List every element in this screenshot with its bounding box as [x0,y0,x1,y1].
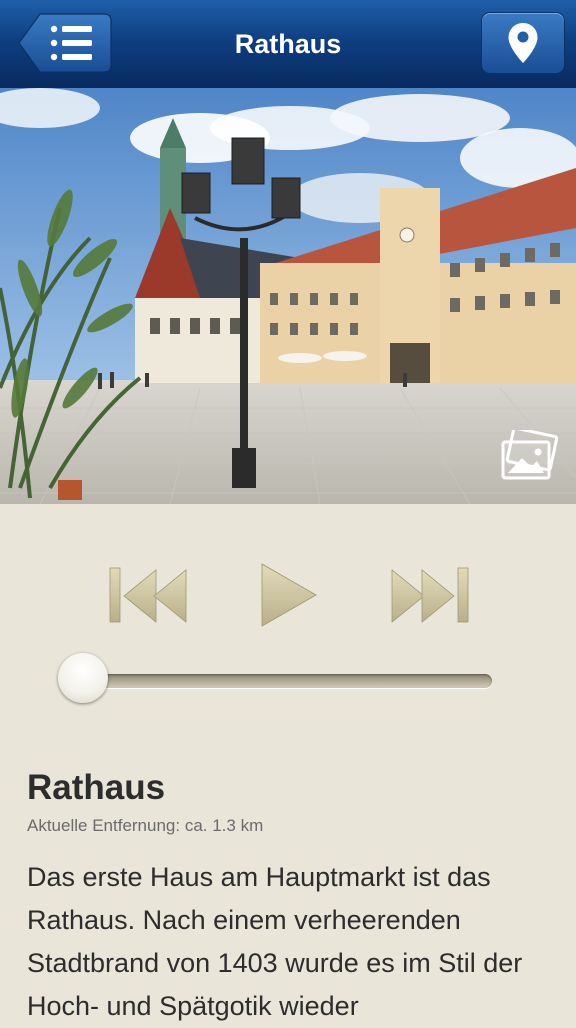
location-button[interactable] [482,13,564,73]
progress-slider-knob[interactable] [58,653,108,703]
skip-forward-icon [391,567,469,623]
header-photo [0,88,576,504]
play-button[interactable] [258,562,320,628]
content-title: Rathaus [27,768,166,807]
progress-slider-track[interactable] [84,674,492,688]
skip-back-icon [109,567,187,623]
play-icon [261,563,317,627]
distance-label: Aktuelle Entfernung: ca. 1.3 km [27,816,264,835]
gallery-icon[interactable] [500,426,559,482]
map-pin-icon [508,23,538,63]
skip-forward-button[interactable] [390,566,470,626]
description-text: Das erste Haus am Hauptmarkt ist das Rat… [27,862,523,1021]
skip-back-button[interactable] [108,566,188,626]
navigation-bar: Rathaus [0,0,576,89]
